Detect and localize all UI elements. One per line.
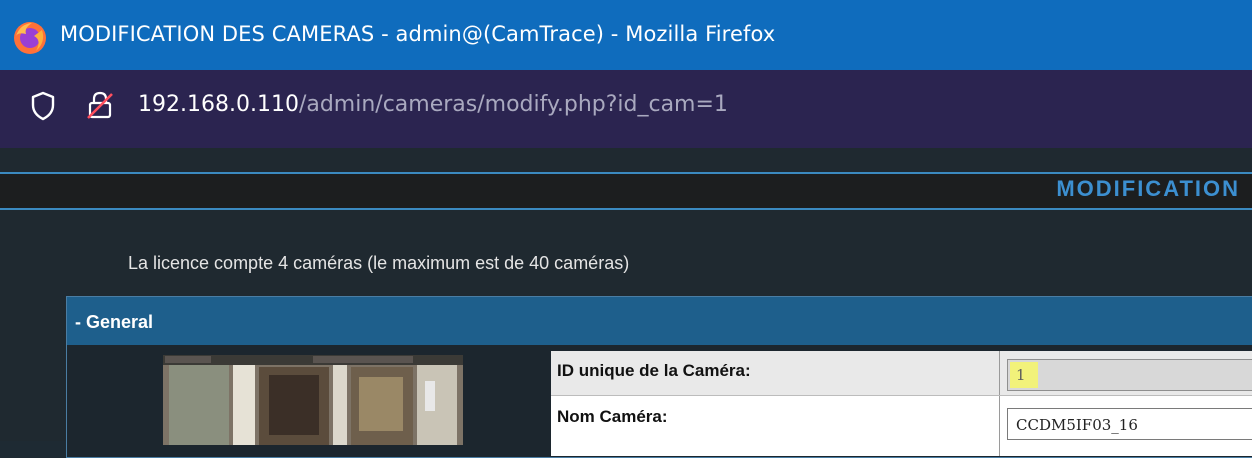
camera-id-label: ID unique de la Caméra: — [557, 361, 751, 380]
header-bottom-divider — [0, 208, 1252, 210]
url-text[interactable]: 192.168.0.110/admin/cameras/modify.php?i… — [138, 92, 728, 117]
window-titlebar: MODIFICATION DES CAMERAS - admin@(CamTra… — [0, 0, 1252, 70]
shield-icon[interactable] — [30, 91, 56, 121]
camera-id-row: ID unique de la Caméra: 1 — [551, 351, 1252, 396]
camera-name-value: CCDM5IF03_16 — [1016, 416, 1138, 434]
general-section-header[interactable]: - General — [67, 297, 1252, 345]
licence-info: La licence compte 4 caméras (le maximum … — [128, 253, 630, 273]
window-title: MODIFICATION DES CAMERAS - admin@(CamTra… — [60, 22, 776, 46]
insecure-lock-icon[interactable] — [86, 90, 114, 120]
general-section-label: - General — [75, 312, 154, 332]
address-bar[interactable]: 192.168.0.110/admin/cameras/modify.php?i… — [0, 70, 1252, 148]
camera-name-input[interactable]: CCDM5IF03_16 — [1007, 408, 1252, 440]
firefox-icon — [14, 22, 46, 54]
url-path: /admin/cameras/modify.php?id_cam=1 — [298, 92, 728, 117]
camera-id-field[interactable]: 1 — [1007, 359, 1252, 391]
page-title: MODIFICATION — [1056, 176, 1240, 201]
camera-preview-image — [163, 355, 463, 445]
url-host: 192.168.0.110 — [138, 92, 299, 117]
camera-name-label: Nom Caméra: — [557, 407, 668, 426]
camera-id-value: 1 — [1016, 366, 1026, 384]
column-divider — [999, 396, 1000, 456]
column-divider — [999, 351, 1000, 395]
general-panel: - General ID unique de la Caméra: 1 Nom … — [66, 296, 1252, 458]
camera-name-row: Nom Caméra: CCDM5IF03_16 — [551, 396, 1252, 456]
